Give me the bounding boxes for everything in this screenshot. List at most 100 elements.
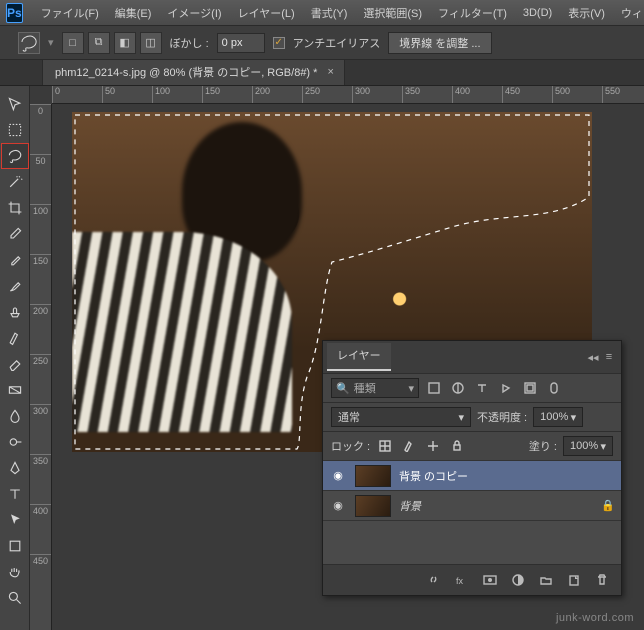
close-tab-icon[interactable]: × <box>327 66 333 78</box>
layer-thumbnail[interactable] <box>355 495 391 517</box>
pen-tool[interactable] <box>2 456 28 480</box>
antialias-label: アンチエイリアス <box>293 35 381 51</box>
filter-smart-icon[interactable] <box>521 379 539 397</box>
lock-all-icon[interactable] <box>448 437 466 455</box>
shape-tool[interactable] <box>2 534 28 558</box>
fill-label: 塗り : <box>529 438 557 454</box>
menu-window[interactable]: ウィ <box>615 2 644 24</box>
filter-shape-icon[interactable] <box>497 379 515 397</box>
panel-menu-icon[interactable]: ≡ <box>601 351 617 363</box>
filter-pixel-icon[interactable] <box>425 379 443 397</box>
layer-thumbnail[interactable] <box>355 465 391 487</box>
tools-panel <box>0 86 30 630</box>
eyedropper-tool[interactable] <box>2 222 28 246</box>
ruler-vertical: 050100 150200250 300350400 450 <box>30 104 52 630</box>
menu-bar: Ps ファイル(F) 編集(E) イメージ(I) レイヤー(L) 書式(Y) 選… <box>0 0 644 26</box>
menu-file[interactable]: ファイル(F) <box>35 2 105 24</box>
filter-toggle[interactable] <box>545 379 563 397</box>
adjustment-layer-icon[interactable] <box>509 571 527 589</box>
new-layer-icon[interactable] <box>565 571 583 589</box>
refine-edge-label: 境界線 を調整 ... <box>399 35 480 51</box>
type-tool[interactable] <box>2 482 28 506</box>
options-bar: ▾ □ ⧉ ◧ ◫ ぼかし : ✓ アンチエイリアス 境界線 を調整 ... <box>0 26 644 60</box>
layer-group-icon[interactable] <box>537 571 555 589</box>
search-icon: 🔍 <box>336 382 350 395</box>
delete-layer-icon[interactable] <box>593 571 611 589</box>
healing-brush-tool[interactable] <box>2 248 28 272</box>
feather-label: ぼかし : <box>170 35 209 51</box>
fill-select[interactable]: 100%▾ <box>563 436 613 456</box>
selection-subtract-button[interactable]: ◧ <box>114 32 136 54</box>
layer-mask-icon[interactable] <box>481 571 499 589</box>
visibility-toggle-icon[interactable]: ◉ <box>329 469 347 482</box>
menu-edit[interactable]: 編集(E) <box>109 2 158 24</box>
menu-filter[interactable]: フィルター(T) <box>432 2 513 24</box>
feather-input[interactable] <box>217 33 265 53</box>
dodge-tool[interactable] <box>2 430 28 454</box>
selection-new-button[interactable]: □ <box>62 32 84 54</box>
lock-label: ロック : <box>331 438 370 454</box>
lock-pixels-icon[interactable] <box>400 437 418 455</box>
history-brush-tool[interactable] <box>2 326 28 350</box>
zoom-tool[interactable] <box>2 586 28 610</box>
antialias-checkbox[interactable]: ✓ <box>273 37 285 49</box>
menu-image[interactable]: イメージ(I) <box>161 2 227 24</box>
lock-transparent-icon[interactable] <box>376 437 394 455</box>
move-tool[interactable] <box>2 92 28 116</box>
lock-position-icon[interactable] <box>424 437 442 455</box>
menu-type[interactable]: 書式(Y) <box>305 2 354 24</box>
ruler-horizontal: 050100 150200250 300350400 450500550 600… <box>52 86 644 104</box>
path-select-tool[interactable] <box>2 508 28 532</box>
hand-tool[interactable] <box>2 560 28 584</box>
layer-kind-select[interactable]: 🔍 種類 ▾ <box>331 378 419 398</box>
layers-panel-footer: fx <box>323 564 621 595</box>
visibility-toggle-icon[interactable]: ◉ <box>329 499 347 512</box>
menu-3d[interactable]: 3D(D) <box>517 4 558 22</box>
filter-type-icon[interactable] <box>473 379 491 397</box>
gradient-tool[interactable] <box>2 378 28 402</box>
blend-mode-select[interactable]: 通常▾ <box>331 407 471 427</box>
opacity-label: 不透明度 : <box>477 409 527 425</box>
link-layers-icon[interactable] <box>425 571 443 589</box>
layers-lock-row: ロック : 塗り : 100%▾ <box>323 431 621 460</box>
selection-add-button[interactable]: ⧉ <box>88 32 110 54</box>
layers-filter-row: 🔍 種類 ▾ <box>323 373 621 402</box>
document-tab-strip: phm12_0214-s.jpg @ 80% (背景 のコピー, RGB/8#)… <box>0 60 644 86</box>
selection-mode-buttons: □ ⧉ ◧ ◫ <box>62 32 162 54</box>
layer-fx-icon[interactable]: fx <box>453 571 471 589</box>
document-tab[interactable]: phm12_0214-s.jpg @ 80% (背景 のコピー, RGB/8#)… <box>42 59 345 85</box>
svg-text:fx: fx <box>456 576 464 586</box>
crop-tool[interactable] <box>2 196 28 220</box>
selection-intersect-button[interactable]: ◫ <box>140 32 162 54</box>
filter-adjust-icon[interactable] <box>449 379 467 397</box>
layers-blend-row: 通常▾ 不透明度 : 100%▾ <box>323 402 621 431</box>
app-badge: Ps <box>6 3 23 23</box>
layer-row[interactable]: ◉ 背景 🔒 <box>323 490 621 520</box>
refine-edge-button[interactable]: 境界線 を調整 ... <box>388 32 491 54</box>
menu-view[interactable]: 表示(V) <box>562 2 611 24</box>
magic-wand-tool[interactable] <box>2 170 28 194</box>
menu-select[interactable]: 選択範囲(S) <box>357 2 428 24</box>
lock-icon: 🔒 <box>601 499 615 512</box>
opacity-select[interactable]: 100%▾ <box>533 407 583 427</box>
layer-name: 背景 <box>399 498 421 514</box>
panel-collapse-icon[interactable]: ◂◂ <box>585 351 601 364</box>
menu-layer[interactable]: レイヤー(L) <box>232 2 301 24</box>
layers-panel-tab[interactable]: レイヤー <box>327 343 391 371</box>
layers-panel-tabrow: レイヤー ◂◂ ≡ <box>323 341 621 373</box>
lasso-icon <box>19 33 39 53</box>
layer-name: 背景 のコピー <box>399 468 468 484</box>
marquee-tool[interactable] <box>2 118 28 142</box>
brush-tool[interactable] <box>2 274 28 298</box>
layers-panel: レイヤー ◂◂ ≡ 🔍 種類 ▾ 通常▾ 不透明度 : 100%▾ ロック : <box>322 340 622 596</box>
dropdown-arrow-icon: ▾ <box>48 36 54 49</box>
lasso-tool[interactable] <box>2 144 28 168</box>
layer-row[interactable]: ◉ 背景 のコピー <box>323 460 621 490</box>
blur-tool[interactable] <box>2 404 28 428</box>
clone-stamp-tool[interactable] <box>2 300 28 324</box>
current-tool-icon[interactable] <box>18 32 40 54</box>
document-tab-title: phm12_0214-s.jpg @ 80% (背景 のコピー, RGB/8#)… <box>55 64 317 80</box>
watermark: junk-word.com <box>556 612 634 624</box>
layer-list: ◉ 背景 のコピー ◉ 背景 🔒 <box>323 460 621 564</box>
eraser-tool[interactable] <box>2 352 28 376</box>
